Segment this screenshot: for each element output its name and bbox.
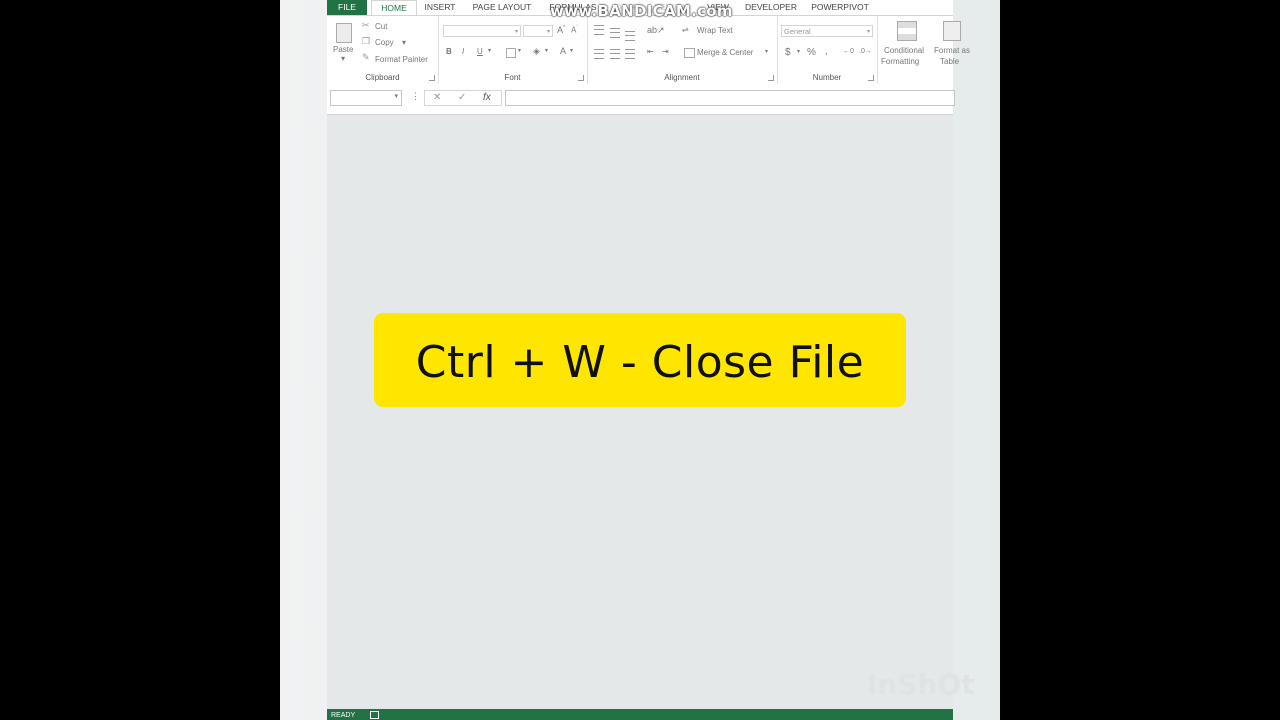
percent-button[interactable]: % xyxy=(807,47,816,58)
borders-dropdown-icon[interactable]: ▾ xyxy=(518,47,521,54)
cut-button[interactable]: Cut xyxy=(375,22,387,31)
align-center-icon[interactable] xyxy=(610,49,620,59)
paste-dropdown-icon[interactable]: ▾ xyxy=(341,54,345,63)
align-right-icon[interactable] xyxy=(625,49,635,59)
font-label: Font xyxy=(504,73,521,82)
increase-indent-icon[interactable]: ⇥ xyxy=(662,47,669,56)
shortcut-text: Ctrl + W - Close File xyxy=(415,337,865,388)
conditional-formatting-icon[interactable] xyxy=(897,21,917,41)
macro-record-icon[interactable] xyxy=(370,711,379,719)
formula-buttons: ✕ ✓ fx xyxy=(424,90,502,106)
clipboard-launcher-icon[interactable] xyxy=(429,75,435,81)
ribbon-home: Paste ▾ ✂ Cut ❐ Copy ▾ ✎ Format Painter … xyxy=(327,15,970,85)
copy-dropdown-icon[interactable]: ▾ xyxy=(402,38,406,47)
decrease-decimal-icon[interactable]: .0→ xyxy=(859,48,872,55)
borders-icon[interactable] xyxy=(506,48,516,58)
fill-dropdown-icon[interactable]: ▾ xyxy=(545,47,548,54)
alignment-launcher-icon[interactable] xyxy=(768,75,774,81)
shrink-font-icon[interactable]: Aˇ xyxy=(571,25,578,35)
paste-icon[interactable] xyxy=(336,23,352,43)
grow-font-icon[interactable]: A^ xyxy=(557,25,565,35)
tab-insert[interactable]: INSERT xyxy=(421,0,459,15)
conditional-formatting-line1[interactable]: Conditional xyxy=(884,46,924,55)
number-format-value: General xyxy=(784,27,811,36)
wrap-text-icon[interactable]: ⇌ xyxy=(682,25,689,34)
underline-button[interactable]: U xyxy=(477,47,483,56)
alignment-group: ab↗ ⇌ Wrap Text ⇤ ⇥ Merge & Center ▾ Ali… xyxy=(587,16,778,84)
decrease-indent-icon[interactable]: ⇤ xyxy=(647,47,654,56)
cut-icon: ✂ xyxy=(362,20,370,30)
number-launcher-icon[interactable] xyxy=(868,75,874,81)
font-color-icon[interactable]: A xyxy=(560,46,566,56)
tab-home[interactable]: HOME xyxy=(371,0,417,15)
tab-developer[interactable]: DEVELOPER xyxy=(743,0,799,15)
merge-icon[interactable] xyxy=(684,48,695,58)
tab-file[interactable]: FILE xyxy=(327,0,367,15)
status-ready: READY xyxy=(331,712,356,719)
format-painter-icon: ✎ xyxy=(362,52,370,62)
font-name-select[interactable]: ▾ xyxy=(443,25,521,37)
shortcut-banner: Ctrl + W - Close File xyxy=(374,313,906,407)
formula-bar: ▾ ⋮ ✕ ✓ fx xyxy=(327,84,955,115)
tab-powerpivot[interactable]: POWERPIVOT xyxy=(809,0,871,15)
format-painter-button[interactable]: Format Painter xyxy=(375,55,428,64)
copy-icon: ❐ xyxy=(362,36,371,46)
merge-center-button[interactable]: Merge & Center xyxy=(697,48,753,57)
format-table-icon[interactable] xyxy=(943,21,961,41)
increase-decimal-icon[interactable]: ←0 xyxy=(843,48,854,55)
middle-align-icon[interactable] xyxy=(610,28,620,38)
formula-bar-grip-icon: ⋮ xyxy=(411,91,420,101)
font-size-select[interactable]: ▾ xyxy=(523,25,553,37)
name-box[interactable]: ▾ xyxy=(330,90,402,106)
styles-group: Conditional Formatting Format as Table xyxy=(877,16,970,84)
cancel-icon[interactable]: ✕ xyxy=(433,92,441,103)
font-color-dropdown-icon[interactable]: ▾ xyxy=(570,47,573,54)
number-group: General ▾ $ ▾ % , ←0 .0→ Number xyxy=(777,16,878,84)
clipboard-group: Paste ▾ ✂ Cut ❐ Copy ▾ ✎ Format Painter … xyxy=(327,16,439,84)
enter-icon[interactable]: ✓ xyxy=(458,92,466,103)
status-bar: READY xyxy=(327,709,953,720)
bottom-align-icon[interactable] xyxy=(625,31,635,41)
font-launcher-icon[interactable] xyxy=(578,75,584,81)
top-align-icon[interactable] xyxy=(594,25,604,35)
currency-button[interactable]: $ xyxy=(785,47,791,58)
underline-dropdown-icon[interactable]: ▾ xyxy=(488,47,491,54)
currency-dropdown-icon[interactable]: ▾ xyxy=(797,48,800,55)
insert-function-icon[interactable]: fx xyxy=(483,92,491,103)
formula-input[interactable] xyxy=(505,90,955,106)
paste-button[interactable]: Paste xyxy=(333,45,353,54)
format-table-line1[interactable]: Format as xyxy=(934,46,970,55)
copy-button[interactable]: Copy xyxy=(375,38,394,47)
conditional-formatting-line2[interactable]: Formatting xyxy=(881,57,919,66)
tab-page-layout[interactable]: PAGE LAYOUT xyxy=(469,0,535,15)
clipboard-label: Clipboard xyxy=(365,73,400,82)
font-group: ▾ ▾ A^ Aˇ B I U ▾ ▾ ◈ ▾ A ▾ Font xyxy=(438,16,588,84)
fill-color-icon[interactable]: ◈ xyxy=(533,46,540,57)
bold-button[interactable]: B xyxy=(446,47,452,56)
align-left-icon[interactable] xyxy=(594,49,604,59)
italic-button[interactable]: I xyxy=(462,47,464,56)
inshot-watermark: InShOt xyxy=(867,668,975,701)
alignment-label: Alignment xyxy=(664,73,700,82)
comma-button[interactable]: , xyxy=(825,46,828,57)
wrap-text-button[interactable]: Wrap Text xyxy=(697,26,733,35)
orientation-icon[interactable]: ab↗ xyxy=(647,25,665,36)
bandicam-watermark: www.BANDICAM.com xyxy=(550,2,733,20)
merge-dropdown-icon[interactable]: ▾ xyxy=(765,48,768,55)
number-format-select[interactable]: General ▾ xyxy=(781,25,873,37)
format-table-line2[interactable]: Table xyxy=(940,57,959,66)
number-label: Number xyxy=(812,73,842,82)
